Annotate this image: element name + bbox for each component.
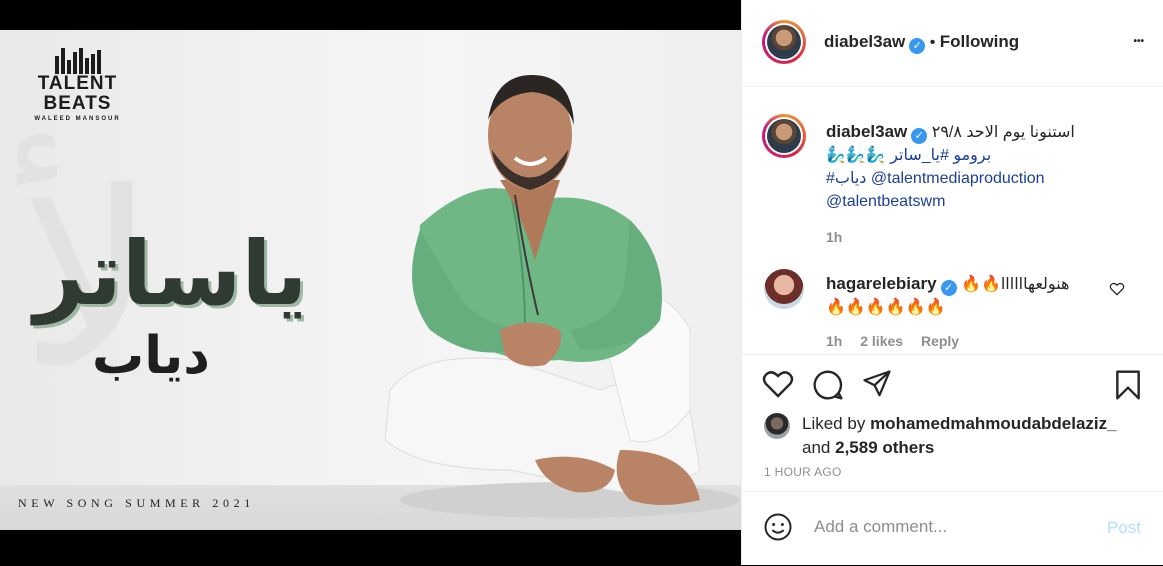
comment-reply-button[interactable]: Reply	[921, 333, 959, 349]
caption-username[interactable]: diabel3aw	[826, 122, 907, 141]
comments-scroll-area[interactable]: diabel3aw ✓ استنونا يوم الاحد ٢٩/٨ برومو …	[742, 86, 1163, 354]
song-title-arabic: ياساتر	[34, 222, 308, 325]
mention-talentbeatswm[interactable]: @talentbeatswm	[826, 193, 945, 210]
post-comment-button[interactable]: Post	[1107, 518, 1141, 538]
caption-verified-icon: ✓	[911, 128, 928, 144]
comment-text-1: هنولعهاااااا🔥🔥	[961, 276, 1070, 293]
caption-meta: 1h	[826, 229, 1146, 245]
comment-bubble-icon[interactable]	[812, 369, 844, 401]
like-heart-icon[interactable]	[762, 369, 794, 399]
avatar-image	[767, 25, 801, 59]
share-paper-plane-icon[interactable]	[861, 369, 893, 399]
comment-like-heart-icon[interactable]	[1109, 282, 1125, 296]
liked-by-avatar[interactable]	[764, 413, 790, 439]
caption-text-2[interactable]: برومو #يا_ساتر 🧞‍♂️🧞‍♂️🧞‍♂️	[826, 147, 991, 164]
emoji-icon[interactable]	[763, 512, 793, 542]
following-button[interactable]: Following	[940, 32, 1019, 51]
caption-line-2: برومو #يا_ساتر 🧞‍♂️🧞‍♂️🧞‍♂️	[826, 144, 1146, 167]
header-avatar[interactable]	[762, 20, 806, 64]
post-header: diabel3aw ✓ • Following •••	[742, 0, 1163, 87]
comment-time[interactable]: 1h	[826, 333, 842, 349]
header-username[interactable]: diabel3aw	[824, 32, 905, 51]
tagline: NEW SONG SUMMER 2021	[18, 496, 255, 510]
caption-avatar-image	[767, 119, 801, 153]
mention-talentmediaproduction[interactable]: @talentmediaproduction	[871, 170, 1045, 187]
hashtag-diab[interactable]: #دياب	[826, 170, 866, 187]
verified-badge-icon: ✓	[909, 38, 926, 54]
post-image[interactable]: ﻷ TALENT BEATS WALEED MANSOUR ياساتر ديا…	[0, 30, 741, 530]
add-comment-input[interactable]	[812, 516, 1086, 538]
media-viewer: ﻷ TALENT BEATS WALEED MANSOUR ياساتر ديا…	[0, 0, 741, 565]
artist-photo	[384, 75, 740, 518]
caption-time[interactable]: 1h	[826, 229, 842, 245]
liked-by-user[interactable]: mohamedmahmoudabdelaziz_	[870, 414, 1117, 433]
caption-avatar[interactable]	[762, 114, 806, 158]
separator-dot: •	[929, 34, 936, 51]
liked-by-prefix: Liked by	[802, 414, 866, 433]
comment: hagarelebiary ✓ هنولعهاااااا🔥🔥 🔥🔥🔥🔥🔥🔥 1h …	[826, 272, 1106, 349]
comment-username[interactable]: hagarelebiary	[826, 274, 937, 293]
logo-text-waleed: WALEED MANSOUR	[34, 116, 121, 122]
artist-name-arabic: دياب	[92, 326, 210, 386]
logo-text-beats: BEATS	[43, 93, 112, 114]
more-options-icon[interactable]: •••	[1133, 32, 1144, 52]
comment-meta: 1h 2 likes Reply	[826, 333, 1106, 349]
add-comment-bar: Post	[742, 491, 1163, 566]
logo-text-talent: TALENT	[37, 73, 118, 94]
caption-line-4: @talentbeatswm	[826, 190, 1146, 213]
liked-by-text: Liked by mohamedmahmoudabdelaziz_ and 2,…	[802, 412, 1117, 460]
caption: diabel3aw ✓ استنونا يوم الاحد ٢٩/٨ برومو …	[826, 120, 1146, 245]
logo-equalizer-icon	[30, 48, 125, 74]
caption-line-1: diabel3aw ✓ استنونا يوم الاحد ٢٩/٨	[826, 120, 1146, 144]
header-user-line: diabel3aw ✓ • Following	[824, 32, 1019, 54]
save-bookmark-icon[interactable]	[1114, 369, 1142, 401]
post-timestamp[interactable]: 1 HOUR AGO	[764, 465, 842, 479]
talent-beats-logo: TALENT BEATS WALEED MANSOUR	[30, 48, 125, 122]
likes-count[interactable]: 2,589 others	[835, 438, 934, 457]
post-details-panel: diabel3aw ✓ • Following ••• diabel3aw ✓ اس…	[741, 0, 1163, 565]
comment-verified-icon: ✓	[940, 280, 957, 296]
comment-text-2: 🔥🔥🔥🔥🔥🔥	[826, 299, 946, 316]
caption-line-3: #دياب @talentmediaproduction	[826, 167, 1146, 190]
commenter-avatar[interactable]	[764, 269, 804, 309]
liked-by-and: and	[802, 438, 831, 457]
comment-line-1: hagarelebiary ✓ هنولعهاااااا🔥🔥	[826, 272, 1106, 296]
comment-likes[interactable]: 2 likes	[860, 333, 903, 349]
caption-text-1: استنونا يوم الاحد ٢٩/٨	[931, 124, 1075, 141]
